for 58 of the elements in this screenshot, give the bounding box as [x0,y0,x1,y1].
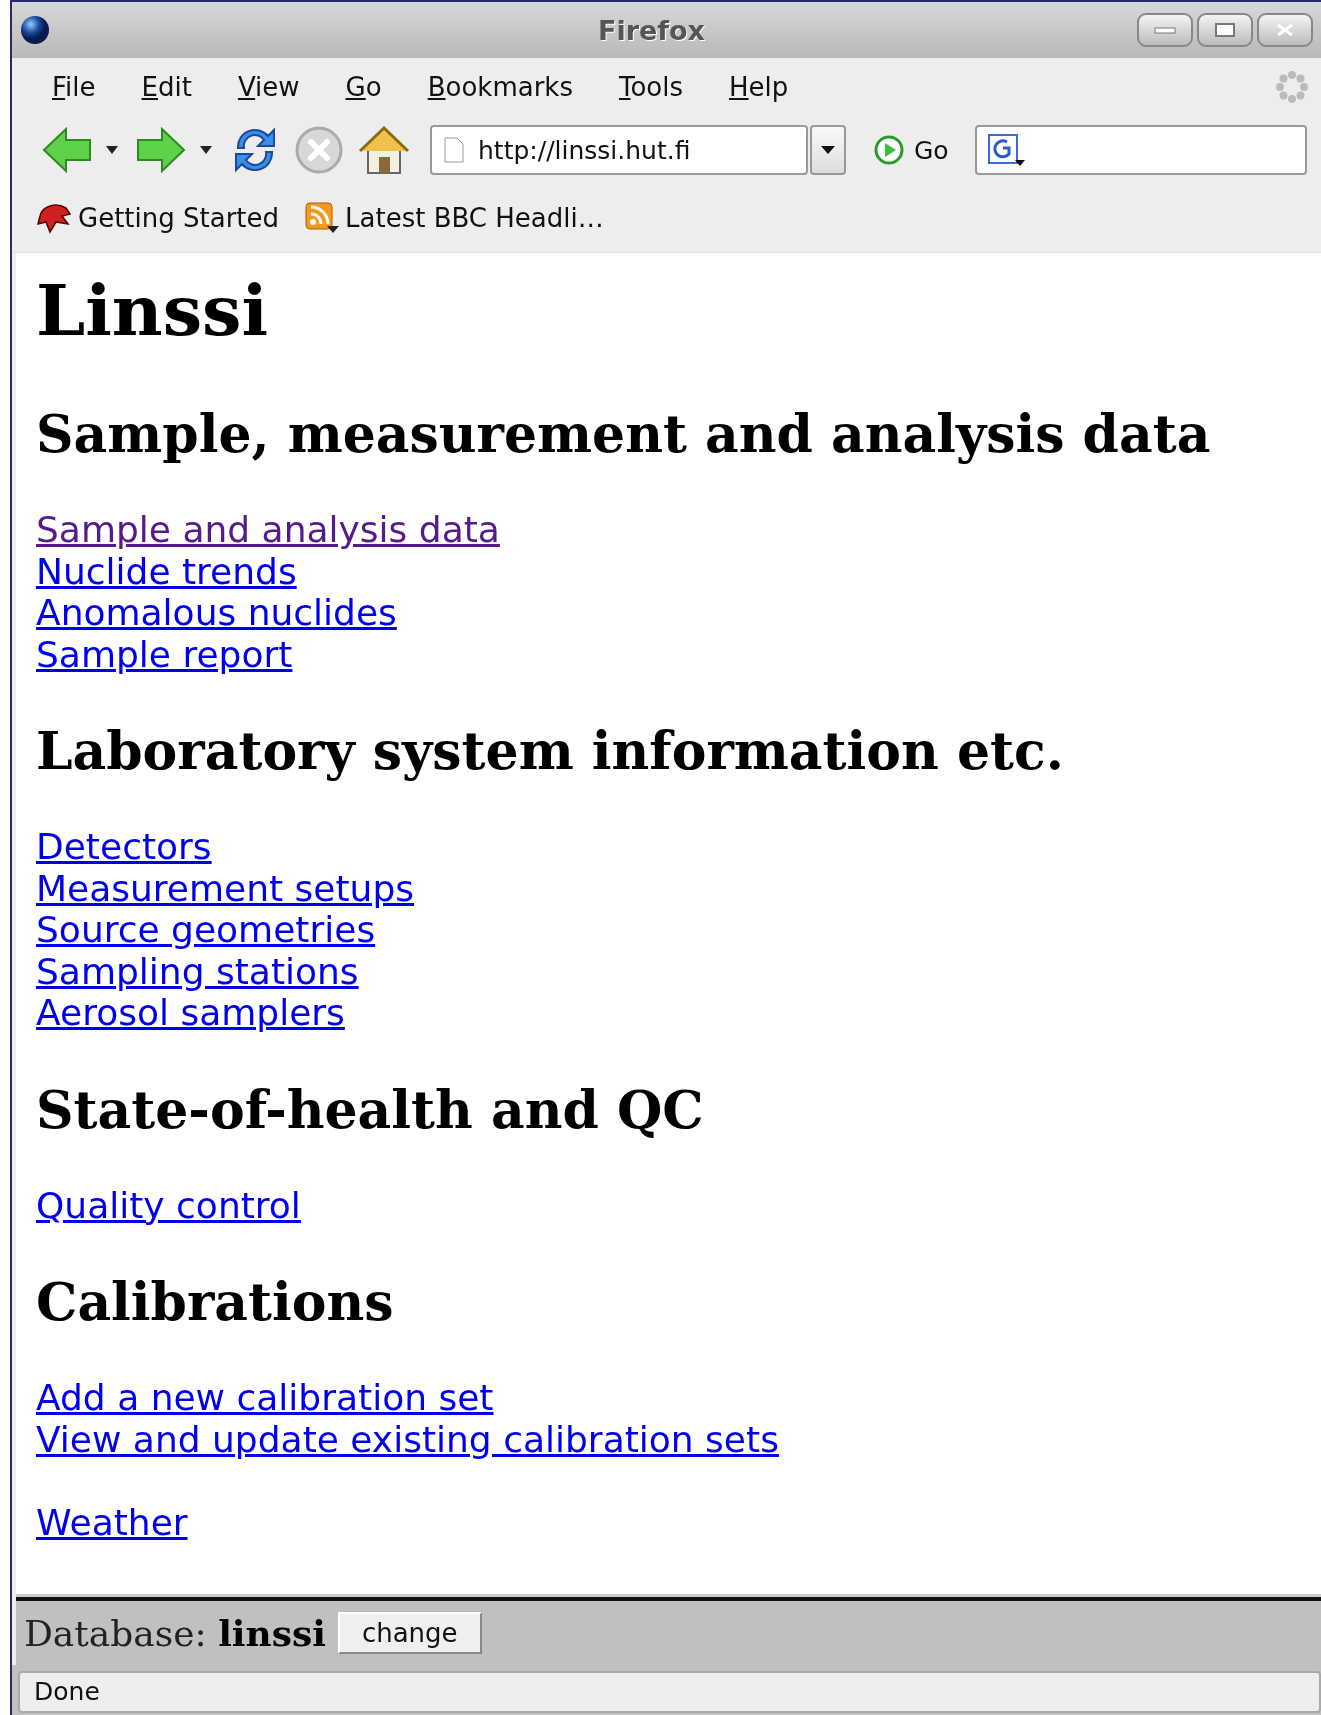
window-title: Firefox [597,14,705,46]
search-field[interactable] [974,125,1307,175]
page-link[interactable]: Quality control [36,1184,301,1226]
bookmark-link[interactable]: Latest BBC Headli… [303,200,606,236]
feed-icon [305,202,340,234]
page-link[interactable]: Aerosol samplers [36,992,345,1034]
section-heading: State-of-health and QC [36,1081,705,1138]
close-button[interactable] [1257,13,1313,47]
page-link[interactable]: Source geometries [36,909,376,951]
forward-button[interactable] [136,127,186,173]
search-engine-icon [986,132,1027,168]
database-label: Database: linssi [24,1612,326,1654]
menu-item[interactable]: Tools [606,68,695,106]
menu-item[interactable]: Bookmarks [415,68,585,106]
menu-item[interactable]: File [40,68,108,106]
stop-icon [294,125,344,175]
globe-icon [20,15,50,45]
minimize-button[interactable] [1137,13,1193,47]
page-link[interactable]: Sampling stations [36,950,359,992]
bookmark-link[interactable]: Getting Started [34,200,282,236]
section-heading: Calibrations [36,1274,395,1330]
page-link[interactable]: View and update existing calibration sets [36,1418,779,1460]
go-button[interactable]: Go [868,134,955,166]
page-link[interactable]: Detectors [36,826,212,868]
menu-item[interactable]: Go [333,68,394,106]
menu-item[interactable]: Edit [129,68,204,106]
address-field[interactable]: http://linssi.hut.fi [478,127,806,173]
page-link[interactable]: Add a new calibration set [36,1377,494,1419]
section-heading: Sample, measurement and analysis data [36,406,1212,462]
right-arrow-icon [136,127,186,173]
menu-item[interactable]: View [225,68,312,106]
status-bar: Done [18,1671,1321,1713]
caret-icon[interactable] [200,146,212,154]
page-link[interactable]: Weather [36,1501,188,1543]
page-link[interactable]: Sample and analysis data [36,509,500,551]
page-title: Linssi [36,271,270,351]
section-heading: Laboratory system information etc. [36,723,1065,779]
maximize-button[interactable] [1197,13,1253,47]
address-bar[interactable]: http://linssi.hut.fi [430,125,808,175]
caret-icon [821,146,835,154]
address-dropdown-button[interactable] [810,125,846,175]
left-arrow-icon [42,127,92,173]
play-icon [874,135,904,165]
menu-item[interactable]: Help [717,68,801,106]
page-link[interactable]: Sample report [36,633,293,675]
page-link[interactable]: Anomalous nuclides [36,592,397,634]
throbber-icon [1275,70,1309,104]
house-icon [358,125,410,175]
home-button[interactable] [358,125,410,175]
caret-icon[interactable] [106,146,118,154]
page-icon [444,137,464,163]
back-button[interactable] [42,127,92,173]
maximize-icon [1214,22,1236,38]
page-link[interactable]: Nuclide trends [36,550,297,592]
page-link[interactable]: Measurement setups [36,867,415,909]
change-button[interactable]: change [337,1612,482,1654]
minimize-icon [1154,24,1176,36]
close-icon [1276,23,1294,37]
